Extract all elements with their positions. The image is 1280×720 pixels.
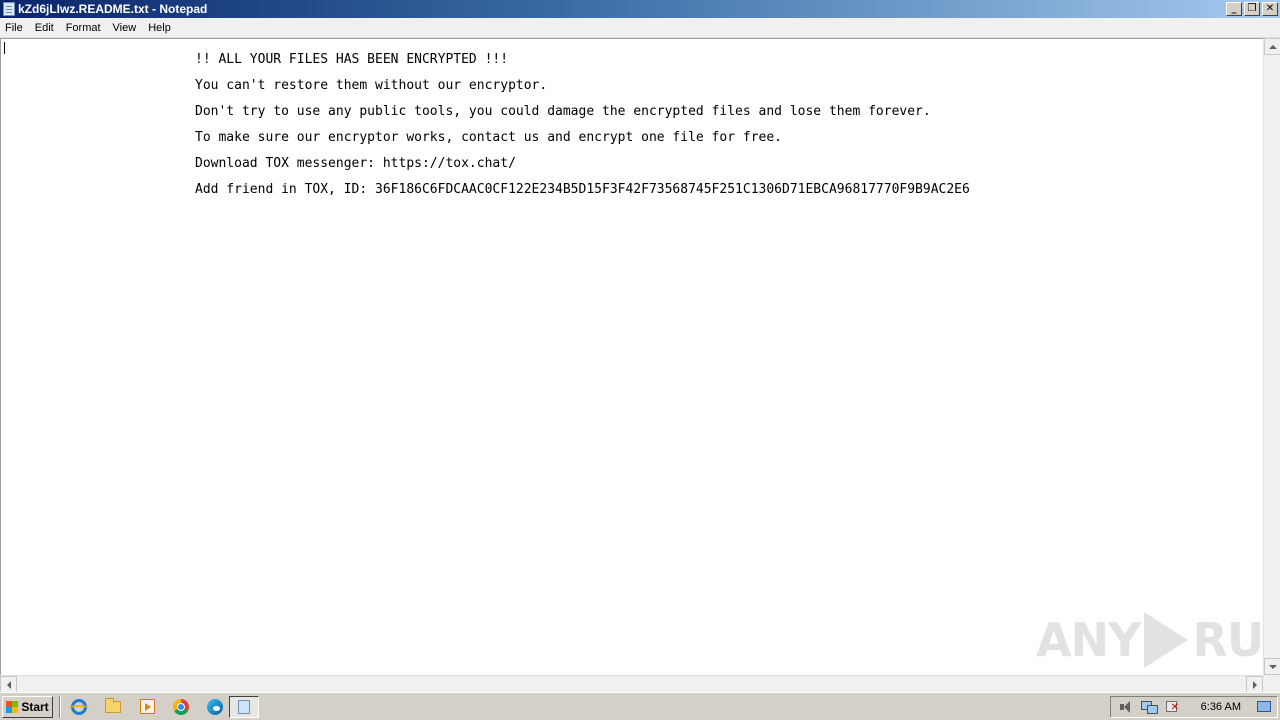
menu-format[interactable]: Format [60, 18, 107, 38]
text-line: Add friend in TOX, ID: 36F186C6FDCAAC0CF… [195, 182, 970, 197]
watermark-play-icon [1144, 612, 1189, 668]
document-text[interactable]: !! ALL YOUR FILES HAS BEEN ENCRYPTED !!!… [195, 52, 970, 208]
scrollbar-corner [1263, 675, 1280, 692]
windows-logo-icon [6, 700, 19, 713]
window-controls: _ ❐ ✕ [1226, 2, 1278, 16]
close-button[interactable]: ✕ [1262, 2, 1278, 16]
chrome-button[interactable] [169, 696, 193, 718]
start-button[interactable]: Start [2, 695, 53, 718]
network-icon[interactable] [1140, 700, 1158, 714]
minimize-button[interactable]: _ [1226, 2, 1242, 16]
text-line: To make sure our encryptor works, contac… [195, 130, 782, 145]
notepad-icon [238, 699, 250, 714]
taskbar-separator [59, 695, 61, 718]
window-title: kZd6jLIwz.README.txt - Notepad [18, 2, 208, 16]
clock[interactable]: 6:36 AM [1201, 701, 1241, 713]
scroll-down-button[interactable] [1264, 658, 1280, 675]
maximize-button[interactable]: ❐ [1244, 2, 1260, 16]
chevron-left-icon [6, 680, 11, 689]
anyrun-watermark: ANY RUN [1036, 608, 1280, 672]
taskbar: Start 6:36 AM [0, 692, 1280, 720]
taskbar-notepad-button[interactable] [229, 695, 259, 718]
show-desktop-icon[interactable] [1257, 701, 1271, 712]
action-center-icon[interactable] [1165, 700, 1179, 714]
chevron-right-icon [1252, 680, 1257, 689]
horizontal-scrollbar[interactable] [0, 675, 1263, 693]
title-bar[interactable]: kZd6jLIwz.README.txt - Notepad _ ❐ ✕ [0, 0, 1280, 18]
menu-bar: File Edit Format View Help [0, 18, 1280, 38]
edge-icon [207, 698, 223, 715]
internet-explorer-icon [69, 698, 89, 715]
chevron-down-icon [1268, 664, 1277, 669]
system-tray: 6:36 AM [1109, 695, 1278, 718]
menu-file[interactable]: File [0, 18, 29, 38]
watermark-left-text: ANY [1036, 613, 1141, 667]
text-editor[interactable]: !! ALL YOUR FILES HAS BEEN ENCRYPTED !!!… [0, 38, 1263, 675]
vertical-scrollbar[interactable] [1263, 38, 1280, 675]
notepad-icon[interactable] [3, 2, 15, 16]
quick-launch [67, 696, 227, 718]
media-player-icon [139, 699, 155, 714]
speaker-icon[interactable] [1119, 700, 1133, 714]
edge-button[interactable] [203, 696, 227, 718]
scroll-up-button[interactable] [1264, 38, 1280, 55]
text-line: Download TOX messenger: https://tox.chat… [195, 156, 516, 171]
media-player-button[interactable] [135, 696, 159, 718]
start-label: Start [21, 699, 49, 714]
file-explorer-button[interactable] [101, 696, 125, 718]
text-line: !! ALL YOUR FILES HAS BEEN ENCRYPTED !!! [195, 52, 509, 67]
scroll-left-button[interactable] [0, 676, 17, 693]
folder-icon [105, 697, 121, 713]
menu-help[interactable]: Help [142, 18, 177, 38]
chevron-up-icon [1268, 44, 1277, 49]
scroll-right-button[interactable] [1246, 676, 1263, 693]
internet-explorer-button[interactable] [67, 696, 91, 718]
text-line: Don't try to use any public tools, you c… [195, 104, 931, 119]
chrome-icon [173, 698, 189, 715]
menu-view[interactable]: View [107, 18, 143, 38]
text-line: You can't restore them without our encry… [195, 78, 548, 93]
menu-edit[interactable]: Edit [29, 18, 60, 38]
text-caret [4, 42, 5, 54]
